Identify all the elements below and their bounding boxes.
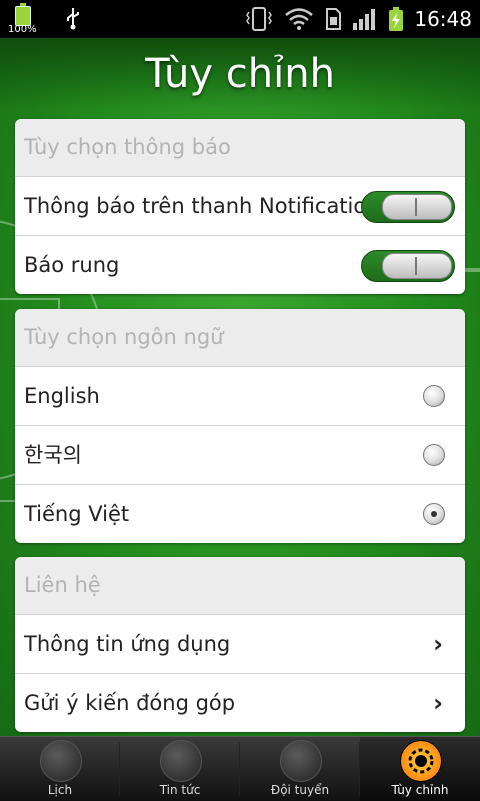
battery-percent: 100%	[8, 24, 37, 35]
sim-card-icon	[326, 8, 342, 30]
tab-news[interactable]: Tin tức	[120, 737, 240, 801]
radio-korean[interactable]	[423, 444, 445, 466]
contact-card: Liên hệ Thông tin ứng dụng › Gửi ý kiến …	[15, 557, 465, 732]
app-info-label: Thông tin ứng dụng	[24, 632, 231, 656]
signal-icon	[353, 9, 376, 30]
status-bar-left: 100%	[8, 3, 82, 35]
gear-icon	[400, 740, 442, 782]
section-header-language: Tùy chọn ngôn ngữ	[15, 309, 465, 367]
chevron-right-icon: ›	[433, 689, 443, 717]
vibrate-row[interactable]: Báo rung	[15, 236, 465, 294]
tab-label-news: Tin tức	[159, 783, 201, 797]
language-label-korean: 한국의	[24, 443, 82, 467]
language-option-korean[interactable]: 한국의	[15, 426, 465, 485]
tab-settings[interactable]: Tùy chỉnh	[360, 737, 480, 801]
tab-schedule[interactable]: Lịch	[0, 737, 120, 801]
language-option-english[interactable]: English	[15, 367, 465, 426]
status-time: 16:48	[414, 7, 472, 31]
notification-bar-label: Thông báo trên thanh Notification	[24, 194, 380, 218]
section-header-notifications: Tùy chọn thông báo	[15, 119, 465, 177]
language-settings-card: Tùy chọn ngôn ngữ English 한국의 Tiếng Việt	[15, 309, 465, 543]
notification-bar-row[interactable]: Thông báo trên thanh Notification	[15, 177, 465, 236]
vibrate-icon	[246, 7, 273, 31]
status-bar-right: 16:48	[244, 4, 472, 34]
send-feedback-label: Gửi ý kiến đóng góp	[24, 691, 236, 715]
bottom-nav: Lịch Tin tức Đội tuyển Tùy chỉnh	[0, 736, 480, 801]
news-icon	[160, 740, 202, 782]
vibrate-toggle[interactable]	[361, 250, 455, 282]
language-label-vietnamese: Tiếng Việt	[24, 502, 130, 526]
battery-full-icon: 100%	[8, 3, 44, 35]
radio-vietnamese[interactable]	[423, 503, 445, 525]
team-shirt-icon	[280, 740, 322, 782]
vibrate-label: Báo rung	[24, 253, 120, 277]
chevron-right-icon: ›	[433, 630, 443, 658]
send-feedback-row[interactable]: Gửi ý kiến đóng góp ›	[15, 674, 465, 732]
page-title: Tùy chỉnh	[0, 38, 480, 110]
app-info-row[interactable]: Thông tin ứng dụng ›	[15, 615, 465, 674]
soccer-ball-icon	[40, 740, 82, 782]
language-option-vietnamese[interactable]: Tiếng Việt	[15, 485, 465, 543]
usb-icon	[67, 8, 79, 30]
tab-label-team: Đội tuyển	[270, 783, 330, 797]
gear-icon	[408, 748, 434, 774]
battery-charging-icon	[389, 7, 404, 31]
notification-bar-toggle[interactable]	[361, 191, 455, 223]
radio-english[interactable]	[423, 385, 445, 407]
tab-team[interactable]: Đội tuyển	[240, 737, 360, 801]
tab-label-settings: Tùy chỉnh	[391, 783, 449, 797]
section-header-contact: Liên hệ	[15, 557, 465, 615]
tab-label-schedule: Lịch	[47, 783, 73, 797]
language-label-english: English	[24, 384, 100, 408]
status-bar: 100% 16:48	[0, 0, 480, 38]
notification-settings-card: Tùy chọn thông báo Thông báo trên thanh …	[15, 119, 465, 294]
wifi-icon	[285, 8, 314, 30]
